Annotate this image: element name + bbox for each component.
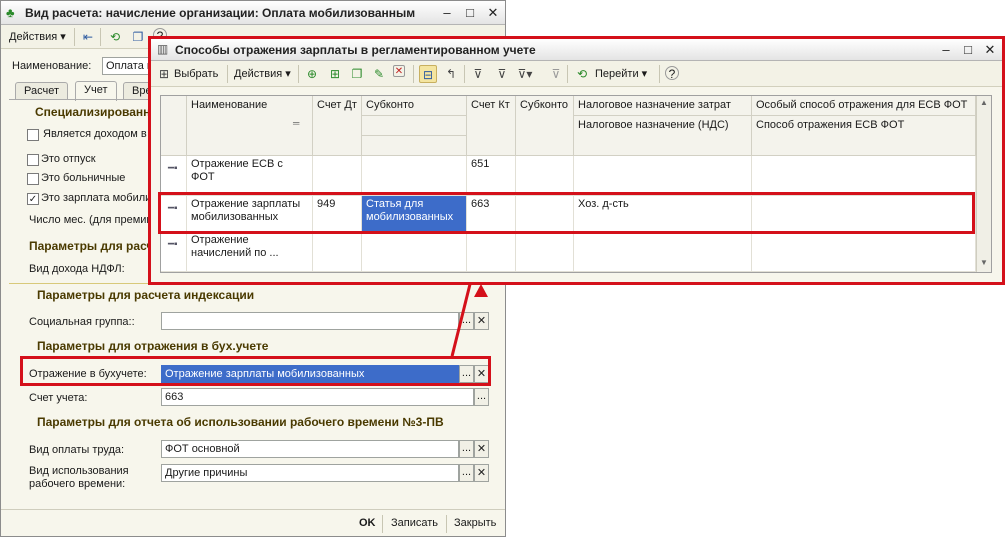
vacation-checkbox-label: Это отпуск (41, 153, 96, 165)
name-field[interactable]: Оплата м (102, 57, 154, 75)
accounting-section-title: Параметры для отражения в бух.учете (37, 339, 269, 353)
income-checkbox[interactable] (27, 129, 39, 141)
tab-calc[interactable]: Расчет (15, 82, 68, 100)
title-bar: ♣ Вид расчета: начисление организации: О… (1, 1, 505, 25)
account-field[interactable]: 663 (161, 388, 474, 406)
window-highlight (148, 36, 1005, 285)
pay-type-clear-button[interactable]: ✕ (474, 440, 489, 458)
income-checkbox-label: Является доходом в (43, 128, 147, 140)
tab-accounting[interactable]: Учет (75, 81, 117, 101)
worktime-select-button[interactable]: ... (459, 464, 474, 482)
app-logo-icon: ♣ (6, 5, 15, 20)
window-title: Вид расчета: начисление организации: Опл… (25, 6, 416, 20)
report-section-title: Параметры для отчета об использовании ра… (37, 415, 444, 429)
actions-label: Действия (9, 31, 58, 43)
account-select-button[interactable]: ... (474, 388, 489, 406)
connector-arrow-icon (474, 284, 488, 297)
social-group-field[interactable] (161, 312, 459, 330)
worktime-label: Вид использования рабочего времени: (29, 465, 129, 490)
params-section-title: Параметры для расче (29, 239, 161, 253)
maximize-icon[interactable]: □ (461, 4, 479, 22)
copy-icon[interactable]: ❐ (129, 28, 147, 46)
sick-leave-checkbox-label: Это больничные (41, 172, 126, 184)
pay-type-field[interactable]: ФОТ основной (161, 440, 459, 458)
minimize-icon[interactable]: – (438, 4, 456, 22)
refresh-icon[interactable]: ⟲ (106, 28, 124, 46)
reflection-highlight (20, 356, 491, 386)
pay-type-label: Вид оплаты труда: (29, 444, 125, 456)
name-label: Наименование: (12, 60, 92, 72)
mobilized-salary-checkbox[interactable]: ✓ (27, 193, 39, 205)
close-icon[interactable]: ✕ (484, 4, 502, 22)
account-label: Счет учета: (29, 392, 88, 404)
months-label: Число мес. (для премии (29, 214, 153, 226)
save-button[interactable]: Записать (391, 517, 438, 529)
vacation-checkbox[interactable] (27, 154, 39, 166)
special-section-title: Специализированн (35, 105, 151, 119)
row-highlight (158, 192, 975, 234)
social-group-label: Социальная группа:: (29, 316, 135, 328)
toolbar-separator (100, 28, 101, 46)
footer-divider (1, 509, 505, 510)
actions-menu-button[interactable]: Действия ▾ (6, 27, 69, 47)
worktime-field[interactable]: Другие причины (161, 464, 459, 482)
ndfl-label: Вид дохода НДФЛ: (29, 263, 125, 275)
toolbar-separator (74, 28, 75, 46)
close-button[interactable]: Закрыть (454, 517, 496, 529)
pay-type-select-button[interactable]: ... (459, 440, 474, 458)
index-section-title: Параметры для расчета индексации (37, 288, 255, 302)
footer-separator (382, 515, 383, 533)
mobilized-salary-checkbox-label: Это зарплата мобили (41, 192, 152, 204)
ok-button[interactable]: OK (359, 517, 376, 529)
footer-separator (446, 515, 447, 533)
social-group-clear-button[interactable]: ✕ (474, 312, 489, 330)
worktime-clear-button[interactable]: ✕ (474, 464, 489, 482)
save-record-icon[interactable]: ⇤ (79, 28, 97, 46)
sick-leave-checkbox[interactable] (27, 173, 39, 185)
